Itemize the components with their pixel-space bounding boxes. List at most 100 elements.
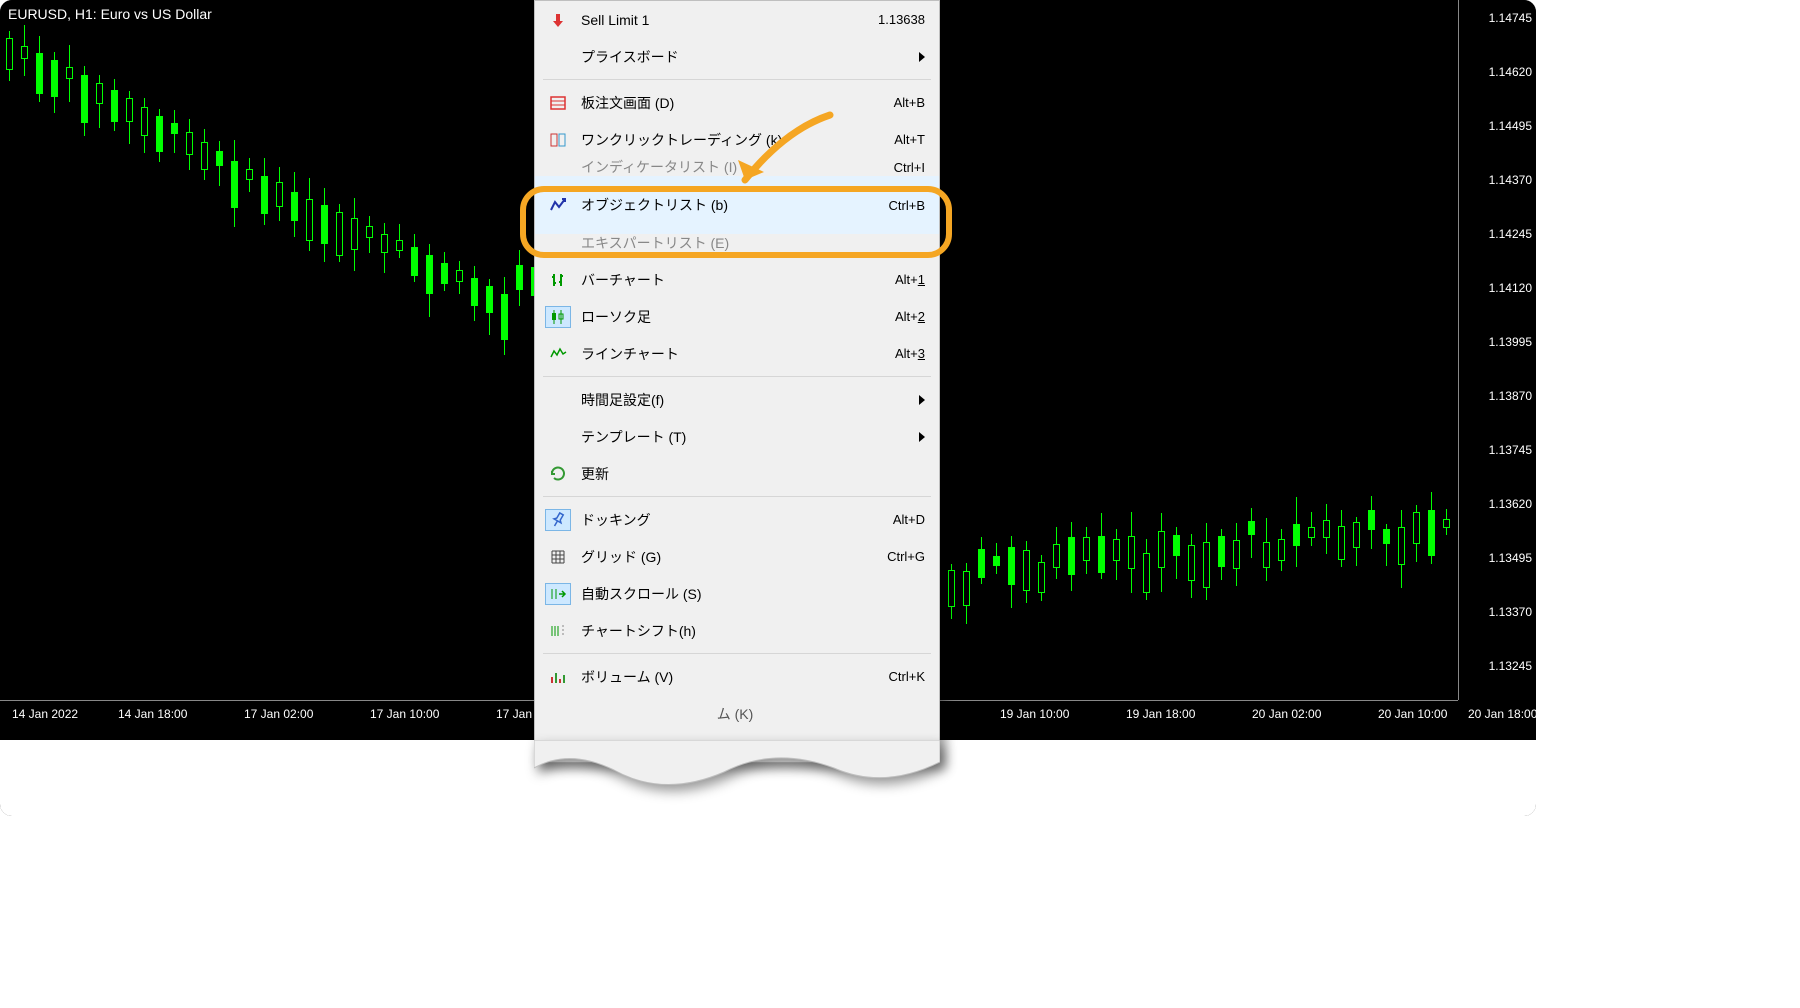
- time-label: 19 Jan 18:00: [1126, 707, 1195, 721]
- time-label: 17 Jan 02:00: [244, 707, 313, 721]
- menu-label: バーチャート: [581, 270, 895, 290]
- menu-price-board[interactable]: プライスボード: [535, 38, 939, 75]
- menu-label: インディケータリスト (I): [581, 158, 894, 176]
- menu-shortcut: Alt+3: [895, 346, 925, 361]
- submenu-arrow-icon: [919, 52, 925, 62]
- price-label: 1.13370: [1489, 605, 1532, 619]
- menu-value: 1.13638: [878, 12, 925, 27]
- menu-separator: [543, 256, 931, 257]
- price-label: 1.14370: [1489, 173, 1532, 187]
- menu-candlestick[interactable]: ローソク足 Alt+2: [535, 298, 939, 335]
- expert-icon: [545, 234, 571, 252]
- menu-label: ボリューム (V): [581, 667, 889, 687]
- menu-label: 更新: [581, 464, 925, 484]
- submenu-arrow-icon: [919, 432, 925, 442]
- price-label: 1.13245: [1489, 659, 1532, 673]
- menu-grid[interactable]: グリッド (G) Ctrl+G: [535, 538, 939, 575]
- indicator-icon: [545, 158, 571, 176]
- menu-sell-limit[interactable]: Sell Limit 1 1.13638: [535, 1, 939, 38]
- menu-expert-list[interactable]: エキスパートリスト (E): [535, 234, 939, 252]
- menu-separator: [543, 653, 931, 654]
- sell-limit-icon: [545, 9, 571, 31]
- context-menu: Sell Limit 1 1.13638 プライスボード 板注文画面 (D) A…: [534, 0, 940, 763]
- bar-chart-icon: [545, 269, 571, 291]
- menu-label: オブジェクトリスト (b): [581, 195, 889, 215]
- menu-label: ドッキング: [581, 510, 893, 530]
- menu-shortcut: Ctrl+G: [887, 549, 925, 564]
- time-label: 20 Jan 18:00: [1468, 707, 1536, 721]
- blank-icon: [545, 389, 571, 411]
- menu-label: チャートシフト(h): [581, 621, 925, 641]
- menu-autoscroll[interactable]: 自動スクロール (S): [535, 575, 939, 612]
- menu-label: 時間足設定(f): [581, 390, 911, 410]
- menu-label: Sell Limit 1: [581, 12, 878, 28]
- chart-shift-icon: [545, 620, 571, 642]
- menu-label: テンプレート (T): [581, 427, 911, 447]
- time-label: 19 Jan 10:00: [1000, 707, 1069, 721]
- menu-label: グリッド (G): [581, 547, 887, 567]
- chart-title: EURUSD, H1: Euro vs US Dollar: [8, 6, 212, 22]
- menu-cutoff: ム (K): [535, 695, 939, 732]
- menu-timeframe[interactable]: 時間足設定(f): [535, 381, 939, 418]
- pin-icon: [545, 509, 571, 531]
- menu-separator: [543, 376, 931, 377]
- menu-label: 板注文画面 (D): [581, 93, 894, 113]
- time-label: 20 Jan 02:00: [1252, 707, 1321, 721]
- candlestick-icon: [545, 306, 571, 328]
- time-label: 17 Jan 10:00: [370, 707, 439, 721]
- menu-shortcut: Alt+D: [893, 512, 925, 527]
- menu-chart-shift[interactable]: チャートシフト(h): [535, 612, 939, 649]
- blank-icon: [545, 426, 571, 448]
- menu-shortcut: Ctrl+I: [894, 160, 925, 175]
- price-label: 1.14245: [1489, 227, 1532, 241]
- menu-volume[interactable]: ボリューム (V) Ctrl+K: [535, 658, 939, 695]
- autoscroll-icon: [545, 583, 571, 605]
- time-label: 14 Jan 2022: [12, 707, 78, 721]
- time-label: 14 Jan 18:00: [118, 707, 187, 721]
- menu-label: エキスパートリスト (E): [581, 234, 925, 252]
- menu-shortcut: Alt+2: [895, 309, 925, 324]
- refresh-icon: [545, 463, 571, 485]
- menu-shortcut: Ctrl+B: [889, 198, 925, 213]
- app-window: EURUSD, H1: Euro vs US Dollar 1.147451.1…: [0, 0, 1536, 816]
- one-click-icon: [545, 129, 571, 151]
- menu-shortcut: Alt+T: [894, 132, 925, 147]
- submenu-arrow-icon: [919, 395, 925, 405]
- menu-label: ラインチャート: [581, 344, 895, 364]
- price-label: 1.13495: [1489, 551, 1532, 565]
- price-label: 1.14120: [1489, 281, 1532, 295]
- menu-shortcut: Alt+B: [894, 95, 925, 110]
- price-axis: 1.14745 1.14620 1.14495 1.14370 1.14245 1.141…: [1458, 0, 1536, 700]
- menu-label: ローソク足: [581, 307, 895, 327]
- depth-icon: [545, 92, 571, 114]
- menu-label: プライスボード: [581, 47, 911, 67]
- menu-template[interactable]: テンプレート (T): [535, 418, 939, 455]
- menu-shortcut: Alt+1: [895, 272, 925, 287]
- menu-line-chart[interactable]: ラインチャート Alt+3: [535, 335, 939, 372]
- menu-indicator-list[interactable]: インディケータリスト (I) Ctrl+I: [535, 158, 939, 176]
- menu-label: ワンクリックトレーディング (k): [581, 130, 894, 150]
- volume-icon: [545, 666, 571, 688]
- price-label: 1.14620: [1489, 65, 1532, 79]
- price-label: 1.14495: [1489, 119, 1532, 133]
- menu-docking[interactable]: ドッキング Alt+D: [535, 501, 939, 538]
- grid-icon: [545, 546, 571, 568]
- menu-separator: [543, 79, 931, 80]
- price-label: 1.13620: [1489, 497, 1532, 511]
- price-label: 1.13870: [1489, 389, 1532, 403]
- menu-bar-chart[interactable]: バーチャート Alt+1: [535, 261, 939, 298]
- menu-separator: [543, 496, 931, 497]
- price-label: 1.13745: [1489, 443, 1532, 457]
- price-label: 1.14745: [1489, 11, 1532, 25]
- line-chart-icon: [545, 343, 571, 365]
- menu-refresh[interactable]: 更新: [535, 455, 939, 492]
- object-list-icon: [545, 194, 571, 216]
- menu-shortcut: Ctrl+K: [889, 669, 925, 684]
- menu-one-click-trading[interactable]: ワンクリックトレーディング (k) Alt+T: [535, 121, 939, 158]
- menu-label: 自動スクロール (S): [581, 584, 925, 604]
- menu-depth-of-market[interactable]: 板注文画面 (D) Alt+B: [535, 84, 939, 121]
- price-label: 1.13995: [1489, 335, 1532, 349]
- menu-object-list[interactable]: オブジェクトリスト (b) Ctrl+B: [535, 176, 939, 234]
- time-label: 20 Jan 10:00: [1378, 707, 1447, 721]
- blank-icon: [545, 46, 571, 68]
